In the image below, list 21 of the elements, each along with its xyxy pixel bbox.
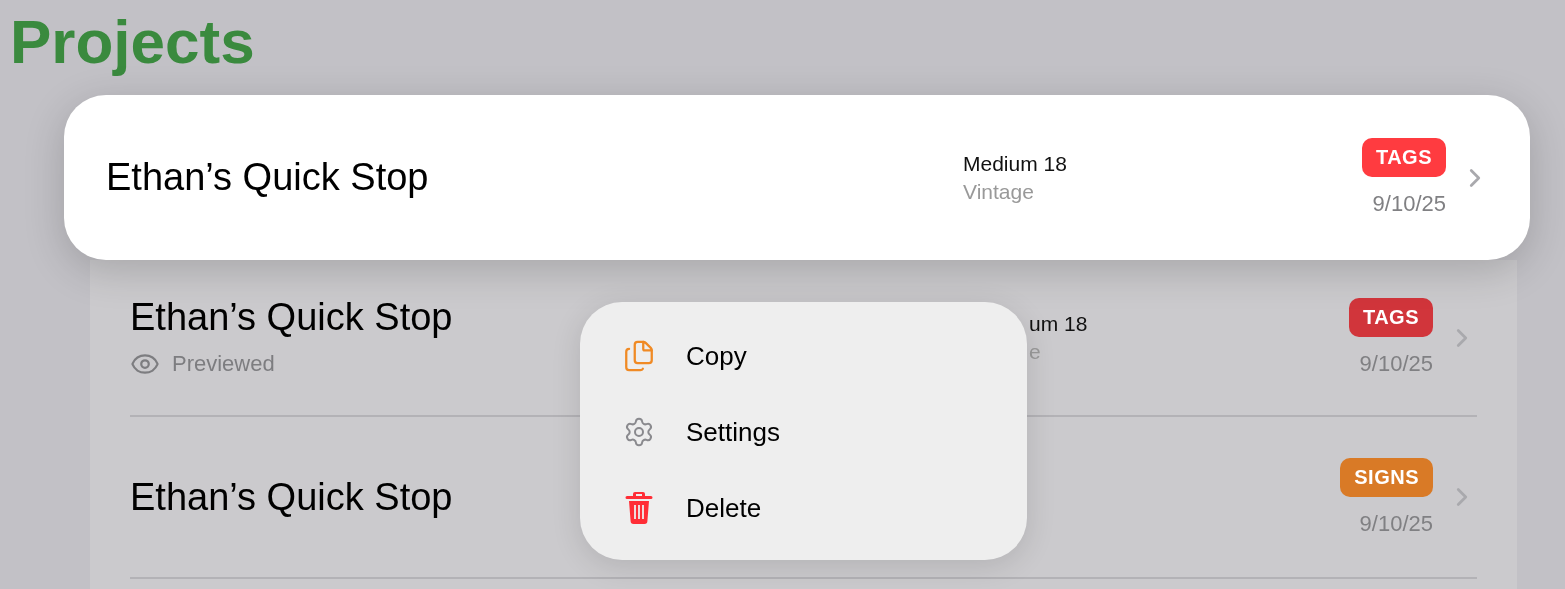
trash-icon: [625, 491, 653, 525]
tag-badge: TAGS: [1361, 138, 1446, 177]
tag-badge: TAGS: [1348, 298, 1433, 337]
project-name: Ethan’s Quick Stop: [106, 156, 429, 199]
status-label: Previewed: [172, 351, 275, 377]
size-label: um 18: [1029, 311, 1088, 336]
date-label: 9/10/25: [1359, 510, 1433, 537]
date-label: 9/10/25: [1372, 191, 1446, 217]
size-label: Medium 18: [963, 151, 1067, 176]
project-name: Ethan’s Quick Stop: [130, 475, 453, 519]
date-label: 9/10/25: [1359, 351, 1433, 377]
project-card[interactable]: Ethan’s Quick Stop Medium 18 Vintage TAGS 9/10/25: [64, 95, 1530, 260]
tag-badge: SIGNS: [1340, 457, 1433, 497]
menu-item[interactable]: Settings: [622, 394, 780, 470]
menu-item[interactable]: Copy: [622, 318, 747, 394]
settings-icon: [623, 416, 655, 448]
copy-icon: [622, 339, 656, 373]
project-name: Ethan’s Quick Stop: [130, 296, 453, 339]
menu-item[interactable]: Delete: [622, 470, 762, 546]
style-label: Vintage: [963, 179, 1034, 204]
page-title: Projects: [10, 6, 255, 78]
